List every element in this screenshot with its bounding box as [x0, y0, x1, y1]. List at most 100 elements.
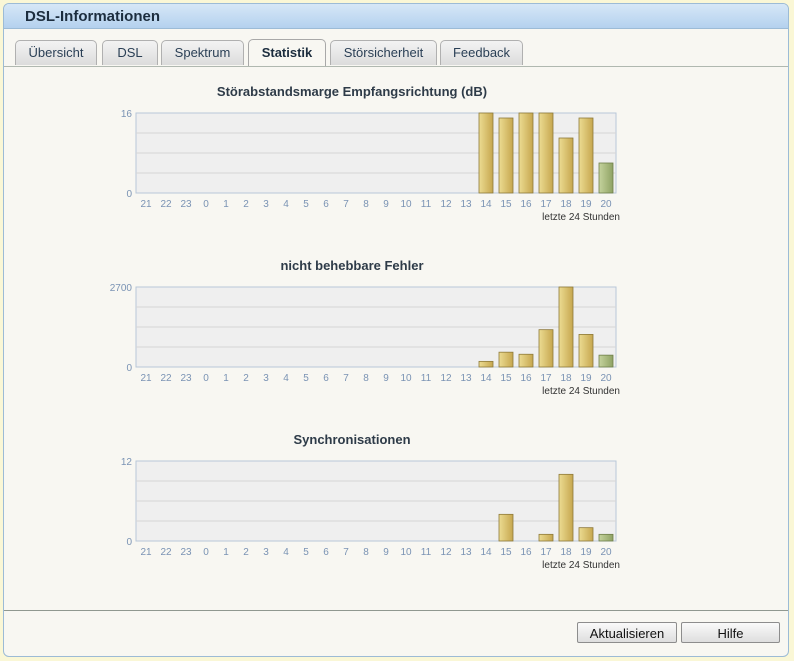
x-tick-label: 21: [140, 547, 152, 558]
y-tick-label: 12: [121, 457, 133, 468]
x-tick-label: 12: [440, 199, 452, 210]
x-tick-label: 23: [180, 547, 192, 558]
x-tick-label: 7: [343, 199, 349, 210]
bar-hour-15: [498, 117, 514, 194]
x-tick-label: 2: [243, 373, 249, 384]
x-tick-label: 12: [440, 373, 452, 384]
x-tick-label: 4: [283, 199, 289, 210]
bar-hour-15: [498, 513, 514, 542]
x-tick-label: 17: [540, 199, 552, 210]
help-button[interactable]: Hilfe: [681, 622, 780, 643]
x-tick-label: 1: [223, 373, 229, 384]
bar-hour-14: [478, 360, 494, 368]
x-tick-label: 10: [400, 199, 412, 210]
refresh-button[interactable]: Aktualisieren: [577, 622, 677, 643]
x-tick-label: 20: [600, 199, 612, 210]
bar-hour-15: [498, 351, 514, 368]
x-tick-label: 11: [421, 199, 432, 210]
x-tick-label: 9: [383, 373, 389, 384]
tab-stoersicherheit[interactable]: Störsicherheit: [330, 40, 437, 65]
x-tick-label: 13: [460, 199, 472, 210]
x-tick-label: 0: [203, 547, 209, 558]
x-tick-label: 9: [383, 199, 389, 210]
bar-hour-16: [518, 112, 534, 194]
bar-hour-17: [538, 533, 554, 542]
x-tick-label: 21: [140, 199, 152, 210]
y-tick-label: 2700: [110, 283, 133, 294]
title-bar: DSL-Informationen: [4, 4, 788, 29]
y-tick-label: 0: [126, 189, 132, 200]
x-tick-label: 19: [580, 547, 592, 558]
x-tick-label: 20: [600, 373, 612, 384]
x-tick-label: 6: [323, 199, 329, 210]
x-tick-label: 2: [243, 547, 249, 558]
tab-dsl[interactable]: DSL: [102, 40, 158, 65]
x-tick-label: 15: [500, 373, 512, 384]
x-tick-label: 5: [303, 199, 309, 210]
bar-hour-20: [598, 162, 614, 194]
x-tick-label: 22: [160, 199, 172, 210]
x-tick-label: 1: [223, 199, 229, 210]
x-tick-label: 6: [323, 547, 329, 558]
chart-uncorrectable-errors: 2700021 22 23 0 1 2 3 4 5 6 7 8 9 10 11 12 13 14 15 16 17 18 1…: [110, 283, 620, 397]
x-tick-label: 10: [400, 373, 412, 384]
chart-synchronisations: 12021 22 23 0 1 2 3 4 5 6 7 8 9 10 11 12 13 14 15 16 17 18 19 2…: [121, 457, 620, 571]
x-tick-label: 2: [243, 199, 249, 210]
chart-title-snr-margin: Störabstandsmarge Empfangsrichtung (dB): [216, 84, 488, 99]
bar-hour-20: [598, 533, 614, 542]
x-tick-label: 4: [283, 547, 289, 558]
x-tick-label: 3: [263, 199, 269, 210]
x-tick-label: 11: [421, 373, 432, 384]
x-tick-label: 18: [560, 373, 572, 384]
x-tick-label: 7: [343, 547, 349, 558]
x-tick-label: 18: [560, 199, 572, 210]
bar-hour-19: [578, 117, 594, 194]
x-tick-label: 15: [500, 547, 512, 558]
x-tick-label: 1: [223, 547, 229, 558]
x-axis-label: letzte 24 Stunden: [542, 212, 620, 223]
bar-hour-18: [558, 286, 574, 368]
x-tick-label: 23: [180, 373, 192, 384]
chart-snr-margin: 16021 22 23 0 1 2 3 4 5 6 7 8 9 10 11 12 13 14 15 16 17 18 19 2…: [121, 109, 620, 223]
bar-hour-18: [558, 473, 574, 542]
bar-hour-14: [478, 112, 494, 194]
bar-hour-19: [578, 527, 594, 542]
x-tick-label: 12: [440, 547, 452, 558]
x-tick-label: 20: [600, 547, 612, 558]
bar-hour-18: [558, 137, 574, 194]
x-tick-label: 14: [480, 547, 492, 558]
tab-feedback[interactable]: Feedback: [440, 40, 523, 65]
x-axis-label: letzte 24 Stunden: [542, 560, 620, 571]
x-tick-label: 17: [540, 547, 552, 558]
x-tick-label: 0: [203, 373, 209, 384]
bar-hour-20: [598, 354, 614, 368]
x-tick-label: 14: [480, 199, 492, 210]
y-tick-label: 16: [121, 109, 133, 120]
bar-hour-16: [518, 353, 534, 368]
x-tick-label: 0: [203, 199, 209, 210]
x-tick-label: 17: [540, 373, 552, 384]
x-tick-label: 3: [263, 373, 269, 384]
x-tick-label: 4: [283, 373, 289, 384]
x-tick-label: 14: [480, 373, 492, 384]
x-tick-label: 10: [400, 547, 412, 558]
x-tick-label: 21: [140, 373, 152, 384]
x-tick-label: 13: [460, 373, 472, 384]
tab-uebersicht[interactable]: Übersicht: [15, 40, 97, 65]
footer-divider: [4, 610, 788, 611]
x-tick-label: 22: [160, 547, 172, 558]
tab-spektrum[interactable]: Spektrum: [161, 40, 244, 65]
x-tick-label: 8: [363, 199, 369, 210]
bar-hour-17: [538, 329, 554, 368]
x-axis-label: letzte 24 Stunden: [542, 386, 620, 397]
x-tick-label: 19: [580, 373, 592, 384]
x-tick-label: 16: [520, 373, 532, 384]
x-tick-label: 16: [520, 199, 532, 210]
x-tick-label: 16: [520, 547, 532, 558]
x-tick-label: 5: [303, 373, 309, 384]
bar-hour-19: [578, 334, 594, 368]
y-tick-label: 0: [126, 363, 132, 374]
tab-statistik[interactable]: Statistik: [248, 39, 326, 66]
x-tick-label: 18: [560, 547, 572, 558]
dsl-info-panel: DSL-Informationen Übersicht DSL Spektrum…: [3, 3, 789, 657]
